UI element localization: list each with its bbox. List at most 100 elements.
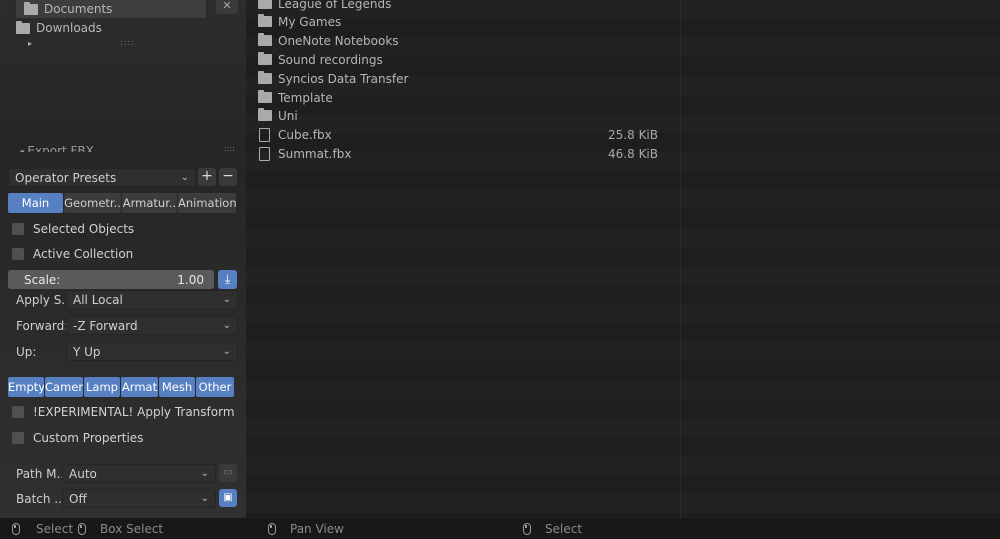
list-item[interactable]: Template [258, 88, 678, 107]
scale-label: Scale: [24, 272, 61, 287]
folder-icon [258, 52, 272, 65]
object-types: Empty Camer Lamp Armat Mesh Other [8, 377, 234, 397]
file-browser-list: League of Legends My Games OneNote Noteb… [246, 0, 1000, 518]
status-label: Box Select [100, 521, 164, 536]
dropdown-value: Off [69, 491, 87, 506]
folder-icon [258, 90, 272, 103]
selected-objects-checkbox[interactable]: Selected Objects [12, 222, 134, 236]
bookmark-label: Documents [44, 2, 113, 16]
tab-armature[interactable]: Armatur.. [122, 193, 177, 213]
remove-preset-button[interactable]: − [219, 168, 237, 186]
object-type-mesh[interactable]: Mesh [159, 377, 195, 397]
folder-icon [258, 14, 272, 27]
list-item[interactable]: Cube.fbx 25.8 KiB [258, 125, 678, 144]
panel-title: Export FBX [27, 144, 94, 152]
file-size: 46.8 KiB [608, 146, 658, 161]
list-item[interactable]: My Games [258, 12, 678, 31]
batch-own-dir-icon[interactable]: ▣ [219, 489, 237, 507]
file-name: League of Legends [278, 0, 392, 11]
list-item[interactable]: OneNote Notebooks [258, 31, 678, 50]
bookmark-label: Downloads [36, 21, 102, 35]
dropdown-label: Operator Presets [15, 170, 117, 185]
up-dropdown[interactable]: Y Up ⌄ [66, 342, 238, 361]
bookmark-documents[interactable]: Documents [16, 0, 206, 18]
file-name: Uni [278, 108, 298, 123]
batch-mode-label: Batch .. [16, 491, 62, 506]
checkbox-box[interactable] [12, 223, 24, 235]
up-row: Up: [16, 342, 66, 361]
status-pan-view: Pan View [268, 522, 344, 536]
bookmark-downloads[interactable]: Downloads [16, 19, 102, 37]
expand-arrow-icon[interactable]: ▸ [28, 39, 32, 48]
file-icon [259, 146, 270, 161]
file-size: 25.8 KiB [608, 127, 658, 142]
embed-textures-icon[interactable]: ▭ [219, 464, 237, 482]
batch-mode-dropdown[interactable]: Off ⌄ [62, 489, 216, 508]
dropdown-value: Auto [69, 466, 97, 481]
list-item[interactable]: Sound recordings [258, 50, 678, 69]
custom-properties-checkbox[interactable]: Custom Properties [12, 431, 143, 445]
path-mode-dropdown[interactable]: Auto ⌄ [62, 464, 216, 483]
forward-row: Forward: [16, 316, 66, 335]
apply-scalings-row: Apply S.. [16, 290, 66, 309]
folder-icon [24, 1, 38, 15]
folder-icon [258, 108, 272, 121]
apply-scalings-dropdown[interactable]: All Local ⌄ [66, 290, 238, 309]
folder-icon [258, 0, 272, 9]
mouse-left-icon [12, 522, 20, 535]
checkbox-label: !EXPERIMENTAL! Apply Transform [33, 405, 235, 419]
batch-mode-row: Batch .. [16, 489, 66, 508]
close-button[interactable]: ✕ [216, 0, 238, 14]
checkbox-box[interactable] [12, 432, 24, 444]
active-collection-checkbox[interactable]: Active Collection [12, 247, 133, 261]
tab-animation[interactable]: Animation [178, 193, 236, 213]
mouse-drag-icon [78, 522, 86, 535]
tab-geometry[interactable]: Geometr.. [64, 193, 121, 213]
object-type-empty[interactable]: Empty [8, 377, 44, 397]
list-item[interactable]: Uni [258, 106, 678, 125]
status-box-select: Box Select [78, 522, 163, 536]
path-mode-row: Path M.. [16, 464, 66, 483]
checkbox-box[interactable] [12, 406, 24, 418]
status-bar: Select Box Select Pan View Select [0, 518, 1000, 539]
object-type-lamp[interactable]: Lamp [84, 377, 120, 397]
add-preset-button[interactable]: + [198, 168, 216, 186]
dropdown-value: -Z Forward [73, 318, 138, 333]
file-name: Summat.fbx [278, 146, 352, 161]
tab-main[interactable]: Main [8, 193, 63, 213]
status-select: Select [12, 522, 73, 536]
resize-grip[interactable]: :::: [120, 38, 135, 47]
apply-scale-toggle-icon[interactable]: ⤓ [218, 270, 237, 289]
operator-presets-dropdown[interactable]: Operator Presets ⌄ [8, 168, 196, 187]
folder-icon [258, 71, 272, 84]
file-name: Cube.fbx [278, 127, 332, 142]
object-type-camera[interactable]: Camer [45, 377, 83, 397]
export-tabs: Main Geometr.. Armatur.. Animation [8, 193, 236, 213]
object-type-armature[interactable]: Armat [121, 377, 158, 397]
scale-field[interactable]: Scale: 1.00 [8, 270, 214, 289]
file-name: Template [278, 90, 333, 105]
list-item[interactable]: Summat.fbx 46.8 KiB [258, 144, 678, 163]
checkbox-label: Custom Properties [33, 431, 144, 445]
panel-header-export-fbx[interactable]: ▾ Export FBX [20, 140, 94, 152]
file-name: OneNote Notebooks [278, 33, 399, 48]
drag-handle-icon[interactable]: :::: [224, 144, 235, 153]
mouse-middle-icon [268, 522, 276, 535]
list-item[interactable]: Syncios Data Transfer [258, 69, 678, 88]
dropdown-value: All Local [73, 292, 123, 307]
forward-dropdown[interactable]: -Z Forward ⌄ [66, 316, 238, 335]
status-label: Select [36, 521, 74, 536]
bookmarks-panel: Documents Downloads ▸ :::: [8, 0, 208, 52]
path-mode-label: Path M.. [16, 466, 65, 481]
checkbox-label: Selected Objects [33, 222, 135, 236]
apply-scalings-label: Apply S.. [16, 292, 66, 307]
object-type-other[interactable]: Other [196, 377, 234, 397]
checkbox-box[interactable] [12, 248, 24, 260]
folder-icon [16, 20, 30, 34]
chevron-down-icon: ⌄ [222, 320, 231, 331]
scale-value: 1.00 [177, 272, 204, 287]
apply-transform-checkbox[interactable]: !EXPERIMENTAL! Apply Transform [12, 405, 235, 419]
file-name: Syncios Data Transfer [278, 71, 409, 86]
checkbox-label: Active Collection [33, 247, 134, 261]
status-select-right: Select [523, 522, 582, 536]
